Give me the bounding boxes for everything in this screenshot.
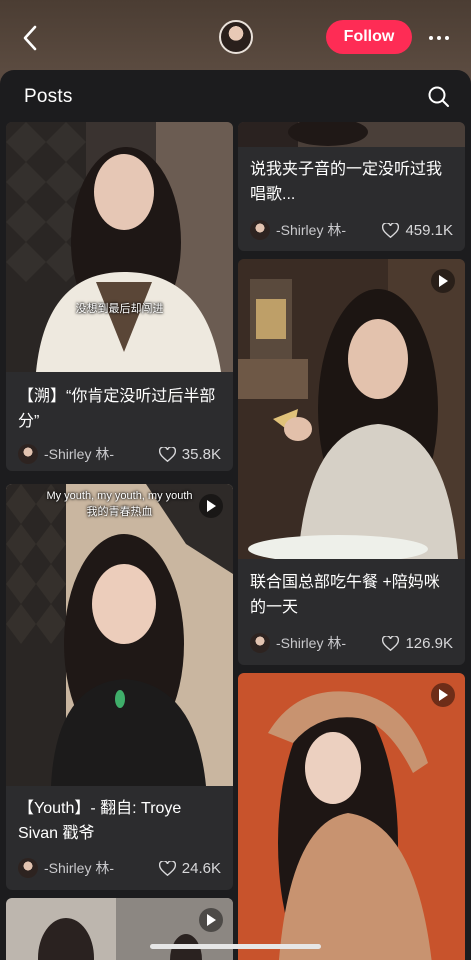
search-icon[interactable] (427, 85, 451, 109)
back-button[interactable] (16, 24, 44, 52)
author-avatar[interactable] (18, 444, 38, 464)
video-play-indicator (431, 269, 455, 293)
heart-icon (158, 860, 176, 876)
like-count-text: 35.8K (181, 445, 221, 463)
heart-icon (158, 446, 176, 462)
post-title: 说我夹子音的一定没听过我唱歌... (250, 161, 443, 203)
like-count[interactable]: 35.8K (158, 445, 221, 463)
video-play-indicator (431, 683, 455, 707)
heart-icon (382, 635, 400, 651)
post-card[interactable]: 说我夹子音的一定没听过我唱歌... -Shirley 林- 459.1K (238, 122, 465, 251)
post-card[interactable]: 联合国总部吃午餐 +陪妈咪的一天 -Shirley 林- 126.9K (238, 259, 465, 665)
dot-icon (445, 36, 449, 40)
post-card[interactable] (238, 673, 465, 960)
heart-icon (382, 222, 400, 238)
profile-avatar[interactable] (219, 20, 253, 54)
more-options-button[interactable] (424, 24, 454, 52)
like-count[interactable]: 126.9K (382, 635, 453, 652)
post-meta: -Shirley 林- 126.9K (250, 632, 453, 654)
follow-button[interactable]: Follow (326, 20, 412, 54)
dot-icon (429, 36, 433, 40)
play-icon (439, 689, 448, 701)
like-count-text: 126.9K (405, 634, 453, 652)
post-thumbnail (238, 673, 465, 960)
post-meta: -Shirley 林- 24.6K (18, 857, 221, 879)
dot-icon (437, 36, 441, 40)
author-avatar[interactable] (18, 858, 38, 878)
post-meta: -Shirley 林- 35.8K (18, 443, 221, 465)
panel-title: Posts (24, 86, 73, 107)
post-thumbnail (6, 898, 233, 960)
author-name[interactable]: -Shirley 林- (276, 220, 382, 240)
video-caption-overlay: 没想到最后却闯进 (75, 303, 164, 315)
post-title: 【Youth】- 翻自: Troye Sivan 戳爷 (18, 800, 182, 842)
home-indicator (150, 944, 321, 949)
posts-panel: Posts 没想到最后却闯进 【溯】“你肯定没听过后半部分” -Shirley … (0, 70, 471, 960)
post-title: 联合国总部吃午餐 +陪妈咪的一天 (250, 574, 440, 616)
video-caption-overlay: My youth, my youth, my youth (46, 490, 193, 502)
like-count[interactable]: 459.1K (382, 222, 453, 239)
video-play-indicator (199, 908, 223, 932)
author-name[interactable]: -Shirley 林- (276, 633, 382, 653)
video-play-indicator (199, 494, 223, 518)
post-thumbnail: 没想到最后却闯进 (6, 122, 233, 372)
post-card[interactable]: My youth, my youth, my youth 我的青春热血 【You… (6, 484, 233, 890)
post-card[interactable]: 没想到最后却闯进 【溯】“你肯定没听过后半部分” -Shirley 林- 35.… (6, 122, 233, 471)
like-count-text: 459.1K (405, 221, 453, 239)
like-count[interactable]: 24.6K (158, 859, 221, 877)
post-title: 【溯】“你肯定没听过后半部分” (18, 388, 216, 430)
post-thumbnail: My youth, my youth, my youth 我的青春热血 (6, 484, 233, 786)
author-avatar[interactable] (250, 220, 270, 240)
play-icon (439, 275, 448, 287)
play-icon (207, 500, 216, 512)
author-name[interactable]: -Shirley 林- (44, 444, 159, 464)
play-icon (207, 914, 216, 926)
chevron-left-icon (23, 25, 37, 51)
post-meta: -Shirley 林- 459.1K (250, 219, 453, 241)
post-thumbnail (238, 259, 465, 559)
author-name[interactable]: -Shirley 林- (44, 858, 159, 878)
author-avatar[interactable] (250, 633, 270, 653)
like-count-text: 24.6K (181, 859, 221, 877)
post-card[interactable] (6, 898, 233, 960)
post-thumbnail (238, 122, 465, 147)
